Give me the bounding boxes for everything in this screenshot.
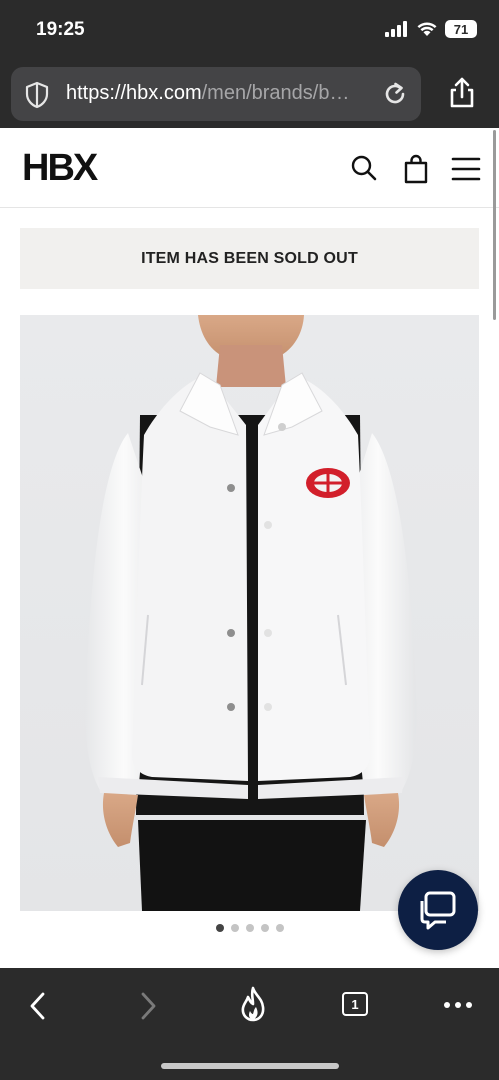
forward-icon[interactable] xyxy=(136,990,160,1022)
chat-button[interactable] xyxy=(398,870,478,950)
reload-icon[interactable] xyxy=(381,80,409,108)
pagination-dot[interactable] xyxy=(245,924,254,932)
chat-icon xyxy=(420,891,456,930)
back-icon[interactable] xyxy=(26,990,50,1022)
product-image[interactable] xyxy=(20,315,479,911)
home-indicator[interactable] xyxy=(161,1063,339,1069)
product-photo-illustration xyxy=(20,315,479,911)
share-icon[interactable] xyxy=(447,76,477,110)
battery-indicator: 71 xyxy=(445,20,477,38)
hamburger-menu-icon[interactable] xyxy=(451,156,481,182)
page-scrollbar[interactable] xyxy=(493,130,496,320)
sold-out-message: ITEM HAS BEEN SOLD OUT xyxy=(141,249,358,267)
search-icon[interactable] xyxy=(350,154,378,182)
site-header: HBX xyxy=(0,128,499,208)
url-host: https://hbx.com xyxy=(66,82,202,104)
shopping-bag-icon[interactable] xyxy=(403,154,429,184)
chest-badge xyxy=(306,468,350,498)
pagination-dot[interactable] xyxy=(215,924,224,932)
tab-count: 1 xyxy=(342,992,368,1016)
status-time: 19:25 xyxy=(36,19,85,40)
sold-out-banner: ITEM HAS BEEN SOLD OUT xyxy=(20,228,479,289)
pagination-dot[interactable] xyxy=(275,924,284,932)
browser-bottom-bar: 1 xyxy=(0,968,499,1080)
pagination-dot[interactable] xyxy=(230,924,239,932)
web-page: HBX ITEM HAS BEEN SOLD OUT xyxy=(0,128,499,968)
site-logo[interactable]: HBX xyxy=(22,147,98,190)
address-bar[interactable]: https://hbx.com/men/brands/b… xyxy=(11,67,421,121)
url-text: https://hbx.com/men/brands/b… xyxy=(66,82,349,105)
status-icons: 71 xyxy=(385,20,477,38)
tabs-button[interactable]: 1 xyxy=(342,992,368,1016)
url-path: /men/brands/b… xyxy=(201,82,350,104)
status-bar: 19:25 71 xyxy=(0,0,499,62)
more-icon[interactable] xyxy=(443,1000,473,1010)
pagination-dot[interactable] xyxy=(260,924,269,932)
browser-toolbar: https://hbx.com/men/brands/b… xyxy=(0,62,499,128)
shield-icon[interactable] xyxy=(23,81,51,109)
wifi-icon xyxy=(417,22,437,36)
signal-icon xyxy=(385,21,407,37)
flame-icon[interactable] xyxy=(238,986,268,1022)
